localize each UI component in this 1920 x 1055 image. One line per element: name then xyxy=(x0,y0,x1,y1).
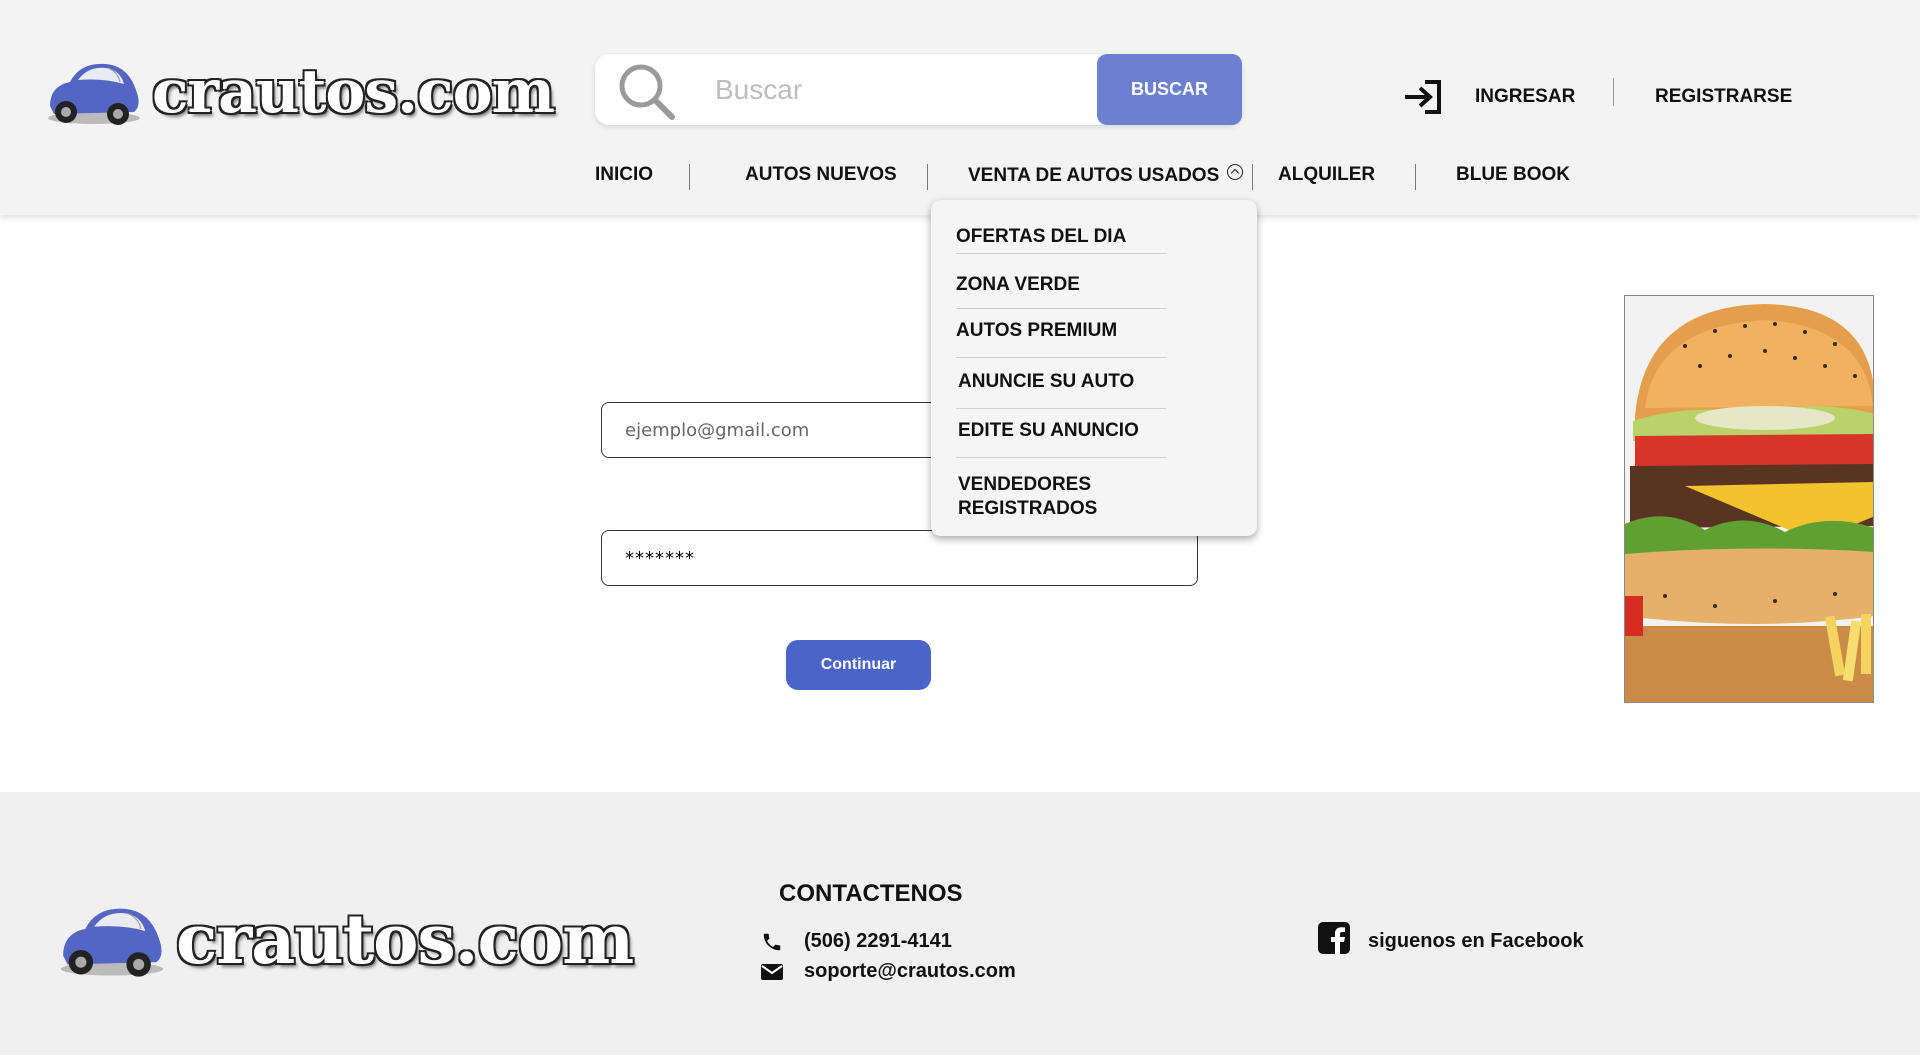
menu-item-ofertas-del-dia[interactable]: OFERTAS DEL DIA xyxy=(956,225,1126,249)
menu-item-zona-verde[interactable]: ZONA VERDE xyxy=(956,273,1080,297)
nav-divider xyxy=(927,164,928,190)
support-email: soporte@crautos.com xyxy=(804,960,1016,982)
menu-item-autos-premium[interactable]: AUTOS PREMIUM xyxy=(956,319,1117,343)
contact-title: CONTACTENOS xyxy=(779,880,963,907)
menu-divider xyxy=(956,253,1166,254)
menu-item-edite-su-anuncio[interactable]: EDITE SU ANUNCIO xyxy=(958,419,1139,443)
footer-logo[interactable]: crautos.com xyxy=(56,900,634,980)
continue-button[interactable]: Continuar xyxy=(786,640,931,690)
search-bar: BUSCAR xyxy=(595,54,1242,125)
phone-icon xyxy=(760,931,784,953)
menu-item-vendedores-registrados[interactable]: VENDEDORES REGISTRADOS xyxy=(958,473,1138,521)
used-cars-dropdown-menu: OFERTAS DEL DIA ZONA VERDE AUTOS PREMIUM… xyxy=(931,200,1257,536)
menu-divider xyxy=(956,308,1166,309)
login-icon[interactable] xyxy=(1403,79,1443,115)
nav-divider xyxy=(1252,164,1253,190)
site-logo[interactable]: crautos.com xyxy=(44,56,555,128)
nav-venta-autos-usados[interactable]: VENTA DE AUTOS USADOS xyxy=(968,164,1244,187)
search-button[interactable]: BUSCAR xyxy=(1097,54,1242,125)
search-icon xyxy=(619,64,675,120)
phone-number: (506) 2291-4141 xyxy=(804,930,952,952)
facebook-link[interactable]: siguenos en Facebook xyxy=(1318,922,1584,960)
facebook-icon xyxy=(1318,922,1350,960)
nav-venta-label: VENTA DE AUTOS USADOS xyxy=(968,165,1220,186)
car-logo-icon xyxy=(48,63,140,125)
nav-alquiler[interactable]: ALQUILER xyxy=(1278,164,1375,186)
mail-icon xyxy=(760,962,784,982)
nav-blue-book[interactable]: BLUE BOOK xyxy=(1456,164,1570,186)
burger-illustration xyxy=(1625,296,1873,702)
burger-ad-image[interactable] xyxy=(1624,295,1874,703)
auth-divider xyxy=(1613,78,1614,106)
search-input[interactable] xyxy=(715,68,1075,112)
nav-inicio[interactable]: INICIO xyxy=(595,164,653,186)
menu-divider xyxy=(956,357,1166,358)
menu-divider xyxy=(956,408,1166,409)
contact-phone[interactable]: (506) 2291-4141 xyxy=(760,930,952,953)
site-header: crautos.com BUSCAR INGRESAR REGISTRARSE … xyxy=(0,0,1920,215)
chevron-up-icon xyxy=(1227,164,1244,180)
logo-wordmark: crautos.com xyxy=(176,900,634,980)
logo-wordmark: crautos.com xyxy=(152,57,555,127)
contact-email[interactable]: soporte@crautos.com xyxy=(760,960,1016,983)
facebook-label: siguenos en Facebook xyxy=(1368,929,1584,952)
nav-autos-nuevos[interactable]: AUTOS NUEVOS xyxy=(745,164,897,186)
menu-item-anuncie-su-auto[interactable]: ANUNCIE SU AUTO xyxy=(958,370,1134,394)
nav-divider xyxy=(1415,164,1416,190)
login-link[interactable]: INGRESAR xyxy=(1475,86,1575,108)
car-logo-icon xyxy=(60,908,164,977)
menu-divider xyxy=(956,457,1166,458)
nav-divider xyxy=(689,164,690,190)
password-field[interactable] xyxy=(601,530,1198,586)
register-link[interactable]: REGISTRARSE xyxy=(1655,86,1792,108)
